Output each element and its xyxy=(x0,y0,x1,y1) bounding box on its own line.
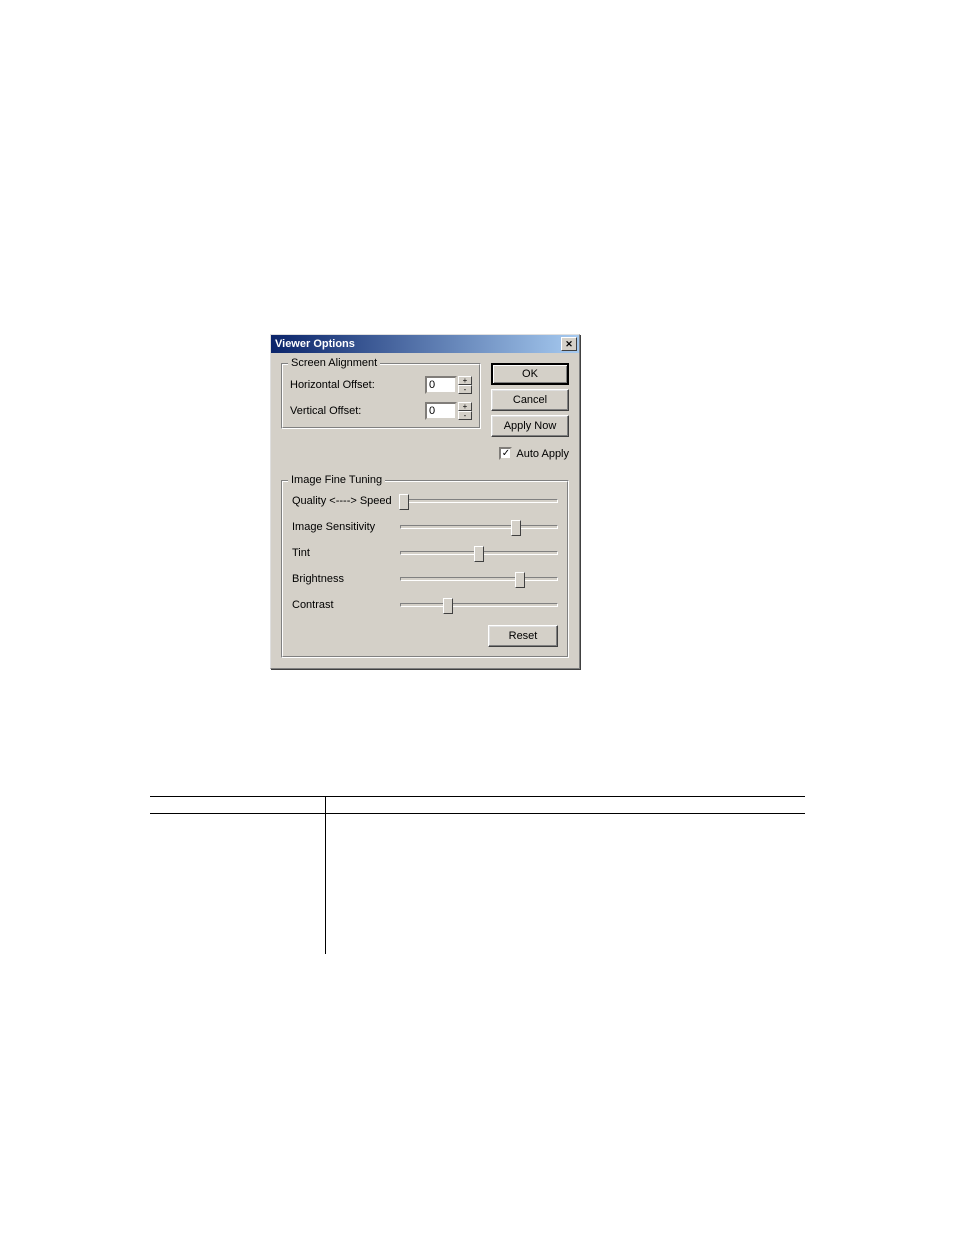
horizontal-offset-label: Horizontal Offset: xyxy=(290,379,375,391)
doc-header-1 xyxy=(150,797,325,814)
quality-speed-slider[interactable] xyxy=(400,499,558,503)
reset-button[interactable]: Reset xyxy=(488,625,558,647)
reset-button-label: Reset xyxy=(509,630,538,642)
left-column: Screen Alignment Horizontal Offset: + - … xyxy=(281,363,481,460)
tuning-section: Image Fine Tuning Quality <----> Speed I… xyxy=(271,470,579,668)
tint-thumb[interactable] xyxy=(474,546,484,562)
vertical-offset-label: Vertical Offset: xyxy=(290,405,361,417)
quality-speed-thumb[interactable] xyxy=(399,494,409,510)
dialog-title: Viewer Options xyxy=(275,338,355,350)
screen-alignment-legend: Screen Alignment xyxy=(288,357,380,369)
tint-label: Tint xyxy=(292,547,400,559)
right-column: OK Cancel Apply Now ✓ Auto Apply xyxy=(491,363,569,460)
brightness-row: Brightness xyxy=(292,573,558,585)
auto-apply-label: Auto Apply xyxy=(516,448,569,460)
brightness-slider[interactable] xyxy=(400,577,558,581)
ok-button[interactable]: OK xyxy=(491,363,569,385)
vertical-offset-down-button[interactable]: - xyxy=(458,411,472,420)
apply-now-button[interactable]: Apply Now xyxy=(491,415,569,437)
cancel-button[interactable]: Cancel xyxy=(491,389,569,411)
tint-slider[interactable] xyxy=(400,551,558,555)
screen-alignment-group: Screen Alignment Horizontal Offset: + - … xyxy=(281,363,481,429)
auto-apply-row: ✓ Auto Apply xyxy=(491,447,569,460)
check-icon: ✓ xyxy=(502,449,510,458)
tint-row: Tint xyxy=(292,547,558,559)
table-row xyxy=(150,814,805,954)
doc-header-2 xyxy=(325,797,805,814)
vertical-offset-spinner: + - xyxy=(425,402,472,420)
viewer-options-dialog: Viewer Options ✕ Screen Alignment Horizo… xyxy=(270,334,580,669)
brightness-thumb[interactable] xyxy=(515,572,525,588)
doc-cell-2 xyxy=(325,814,805,954)
image-fine-tuning-legend: Image Fine Tuning xyxy=(288,474,385,486)
doc-cell-1 xyxy=(150,814,325,954)
reset-row: Reset xyxy=(292,625,558,647)
contrast-row: Contrast xyxy=(292,599,558,611)
apply-now-label: Apply Now xyxy=(504,420,557,432)
ok-button-label: OK xyxy=(522,368,538,380)
quality-speed-row: Quality <----> Speed xyxy=(292,495,558,507)
vertical-offset-input[interactable] xyxy=(425,402,457,420)
dialog-body: Screen Alignment Horizontal Offset: + - … xyxy=(271,353,579,470)
horizontal-offset-input[interactable] xyxy=(425,376,457,394)
contrast-thumb[interactable] xyxy=(443,598,453,614)
quality-speed-label: Quality <----> Speed xyxy=(292,495,400,507)
horizontal-offset-spinner: + - xyxy=(425,376,472,394)
horizontal-offset-row: Horizontal Offset: + - xyxy=(290,376,472,394)
brightness-label: Brightness xyxy=(292,573,400,585)
image-fine-tuning-group: Image Fine Tuning Quality <----> Speed I… xyxy=(281,480,569,658)
image-sensitivity-label: Image Sensitivity xyxy=(292,521,400,533)
image-sensitivity-thumb[interactable] xyxy=(511,520,521,536)
close-button[interactable]: ✕ xyxy=(561,337,577,351)
vertical-offset-row: Vertical Offset: + - xyxy=(290,402,472,420)
documentation-table xyxy=(150,796,805,954)
title-bar: Viewer Options ✕ xyxy=(271,335,579,353)
contrast-slider[interactable] xyxy=(400,603,558,607)
close-icon: ✕ xyxy=(565,339,573,350)
horizontal-offset-up-button[interactable]: + xyxy=(458,376,472,385)
image-sensitivity-slider[interactable] xyxy=(400,525,558,529)
contrast-label: Contrast xyxy=(292,599,400,611)
auto-apply-checkbox[interactable]: ✓ xyxy=(499,447,512,460)
image-sensitivity-row: Image Sensitivity xyxy=(292,521,558,533)
cancel-button-label: Cancel xyxy=(513,394,547,406)
vertical-offset-up-button[interactable]: + xyxy=(458,402,472,411)
horizontal-offset-down-button[interactable]: - xyxy=(458,385,472,394)
